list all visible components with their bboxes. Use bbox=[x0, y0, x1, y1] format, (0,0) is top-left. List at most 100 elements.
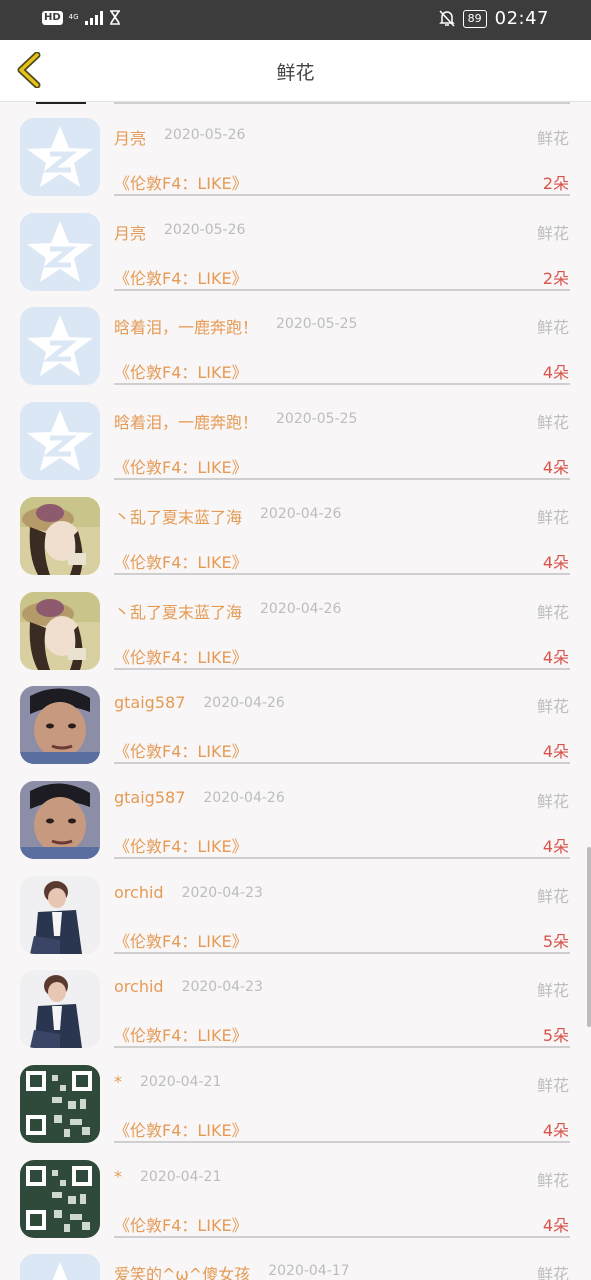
scrollbar[interactable] bbox=[587, 847, 591, 1027]
qq-star-icon bbox=[20, 307, 100, 385]
flower-count: 2朵 bbox=[542, 174, 569, 193]
song-title[interactable]: 《伦敦F4：LIKE》 bbox=[114, 928, 248, 952]
list-item[interactable]: orchid 2020-04-23 鲜花 《伦敦F4：LIKE》 5朵 bbox=[0, 954, 591, 1049]
qr-code-image bbox=[20, 1160, 100, 1238]
list-item[interactable]: 丶乱了夏末蓝了海 2020-04-26 鲜花 《伦敦F4：LIKE》 4朵 bbox=[0, 481, 591, 576]
avatar[interactable] bbox=[20, 213, 100, 291]
avatar[interactable] bbox=[20, 592, 100, 670]
sender-name: orchid bbox=[114, 977, 164, 997]
divider bbox=[114, 762, 570, 765]
song-title[interactable]: 《伦敦F4：LIKE》 bbox=[114, 738, 248, 762]
sender-name: 丶乱了夏末蓝了海 bbox=[114, 507, 243, 527]
song-title[interactable]: 《伦敦F4：LIKE》 bbox=[114, 454, 248, 478]
qq-star-icon bbox=[20, 213, 100, 291]
avatar[interactable] bbox=[20, 497, 100, 575]
gift-date: 2020-05-26 bbox=[164, 221, 246, 238]
gift-date: 2020-04-23 bbox=[181, 884, 263, 901]
avatar[interactable] bbox=[20, 970, 100, 1048]
gift-type: 鲜花 bbox=[536, 981, 569, 1001]
list-item[interactable]: * 2020-04-21 鲜花 《伦敦F4：LIKE》 4朵 bbox=[0, 1049, 591, 1144]
avatar[interactable] bbox=[20, 781, 100, 859]
divider bbox=[114, 288, 570, 291]
page-title: 鲜花 bbox=[276, 62, 315, 84]
avatar[interactable] bbox=[20, 1065, 100, 1143]
gift-date: 2020-04-26 bbox=[260, 505, 342, 522]
avatar[interactable] bbox=[20, 1254, 100, 1280]
list-item[interactable]: gtaig587 2020-04-26 鲜花 《伦敦F4：LIKE》 4朵 bbox=[0, 670, 591, 765]
sender-name: 爱笑的^ω^傻女孩 bbox=[114, 1265, 251, 1280]
flower-count: 4朵 bbox=[542, 458, 569, 478]
girl-hat-photo bbox=[20, 497, 100, 575]
sender-name: 月亮 bbox=[114, 129, 147, 148]
gift-type: 鲜花 bbox=[536, 697, 569, 717]
sender-name: 晗着泪，一鹿奔跑！ bbox=[114, 318, 259, 338]
network-type: 4G bbox=[68, 13, 79, 21]
sender-name: orchid bbox=[114, 882, 164, 902]
qq-star-icon bbox=[20, 402, 100, 480]
avatar[interactable] bbox=[20, 876, 100, 954]
qq-star-icon bbox=[20, 1254, 100, 1280]
gift-type: 鲜花 bbox=[536, 223, 569, 243]
nav-bar: 鲜花 bbox=[0, 40, 591, 102]
list-item[interactable]: 爱笑的^ω^傻女孩 2020-04-17 鲜花 bbox=[0, 1238, 591, 1280]
song-title[interactable]: 《伦敦F4：LIKE》 bbox=[114, 1022, 248, 1046]
gift-type: 鲜花 bbox=[536, 318, 569, 338]
flower-count: 4朵 bbox=[542, 742, 569, 762]
man-suit-photo bbox=[20, 876, 100, 954]
avatar[interactable] bbox=[20, 118, 100, 196]
gift-type: 鲜花 bbox=[536, 1265, 569, 1280]
gift-date: 2020-05-26 bbox=[164, 127, 246, 143]
man-suit-photo bbox=[20, 970, 100, 1048]
list-item[interactable]: * 2020-04-21 鲜花 《伦敦F4：LIKE》 4朵 bbox=[0, 1144, 591, 1239]
gift-type: 鲜花 bbox=[536, 413, 569, 433]
girl-hat-photo bbox=[20, 592, 100, 670]
avatar[interactable] bbox=[20, 402, 100, 480]
gift-type: 鲜花 bbox=[536, 791, 569, 811]
gift-type: 鲜花 bbox=[536, 507, 569, 527]
song-title[interactable]: 《伦敦F4：LIKE》 bbox=[114, 265, 248, 289]
list-item[interactable]: 月亮 2020-05-26 鲜花 《伦敦F4：LIKE》 2朵 bbox=[0, 197, 591, 292]
man-face-photo bbox=[20, 781, 100, 859]
song-title[interactable]: 《伦敦F4：LIKE》 bbox=[114, 170, 248, 194]
divider bbox=[114, 572, 570, 575]
song-title[interactable]: 《伦敦F4：LIKE》 bbox=[114, 833, 248, 857]
hourglass-icon bbox=[109, 10, 120, 25]
flower-count: 5朵 bbox=[542, 931, 569, 951]
divider bbox=[114, 951, 570, 954]
avatar[interactable] bbox=[20, 1160, 100, 1238]
list-item[interactable]: 丶乱了夏末蓝了海 2020-04-26 鲜花 《伦敦F4：LIKE》 4朵 bbox=[0, 576, 591, 671]
divider bbox=[114, 856, 570, 859]
hd-badge: HD bbox=[42, 10, 63, 25]
list-item[interactable]: gtaig587 2020-04-26 鲜花 《伦敦F4：LIKE》 4朵 bbox=[0, 765, 591, 860]
battery-indicator: 89 bbox=[462, 9, 487, 28]
list-item[interactable]: 晗着泪，一鹿奔跑！ 2020-05-25 鲜花 《伦敦F4：LIKE》 4朵 bbox=[0, 291, 591, 386]
song-title[interactable]: 《伦敦F4：LIKE》 bbox=[114, 1117, 248, 1141]
sender-name: 月亮 bbox=[114, 223, 147, 243]
avatar[interactable] bbox=[20, 686, 100, 764]
divider bbox=[114, 1141, 570, 1143]
divider bbox=[114, 478, 570, 481]
list-item[interactable]: 晗着泪，一鹿奔跑！ 2020-05-25 鲜花 《伦敦F4：LIKE》 4朵 bbox=[0, 386, 591, 481]
flower-count: 5朵 bbox=[542, 1026, 569, 1046]
song-title[interactable]: 《伦敦F4：LIKE》 bbox=[114, 549, 248, 573]
avatar[interactable] bbox=[20, 307, 100, 385]
flower-count: 4朵 bbox=[542, 836, 569, 856]
list-item[interactable]: 月亮 2020-05-26 鲜花 《伦敦F4：LIKE》 2朵 bbox=[0, 102, 591, 197]
gift-date: 2020-04-17 bbox=[268, 1263, 350, 1280]
song-title[interactable]: 《伦敦F4：LIKE》 bbox=[114, 359, 248, 383]
divider bbox=[114, 1046, 570, 1049]
flower-count: 4朵 bbox=[542, 1121, 569, 1140]
song-title[interactable]: 《伦敦F4：LIKE》 bbox=[114, 644, 248, 668]
divider bbox=[114, 1235, 570, 1238]
clock: 02:47 bbox=[494, 8, 549, 29]
gift-date: 2020-05-25 bbox=[276, 316, 358, 333]
status-bar: HD 4G 89 02:47 bbox=[0, 0, 591, 40]
man-face-photo bbox=[20, 686, 100, 764]
song-title[interactable]: 《伦敦F4：LIKE》 bbox=[114, 1212, 248, 1236]
gift-date: 2020-04-21 bbox=[140, 1168, 222, 1185]
flower-record-list[interactable]: 月亮 2020-05-26 鲜花 《伦敦F4：LIKE》 2朵 月亮 2020-05-26 鲜… bbox=[0, 102, 591, 1280]
list-item[interactable]: orchid 2020-04-23 鲜花 《伦敦F4：LIKE》 5朵 bbox=[0, 860, 591, 955]
gift-date: 2020-05-25 bbox=[276, 411, 358, 428]
divider bbox=[114, 667, 570, 670]
gift-date: 2020-04-21 bbox=[140, 1074, 222, 1090]
